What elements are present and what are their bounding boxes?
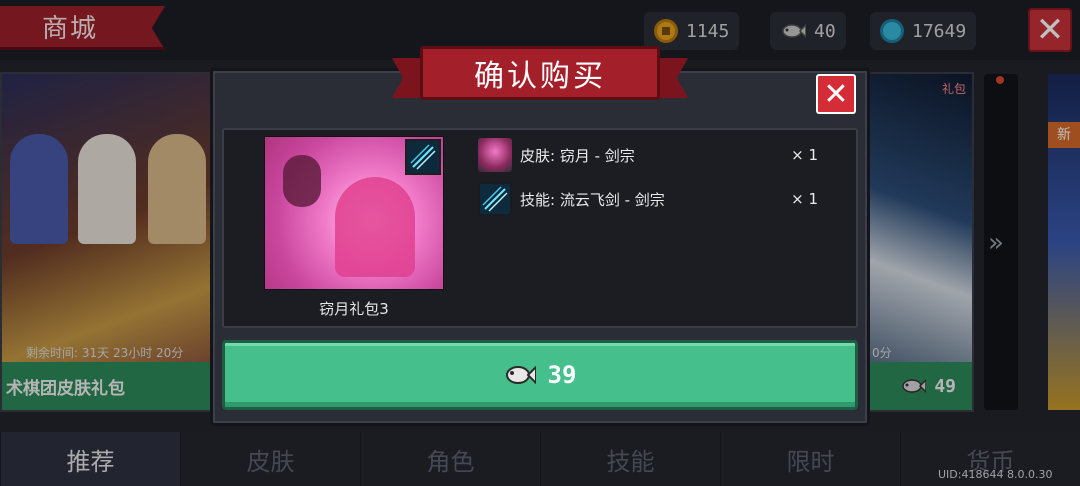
skill-icon (478, 182, 512, 216)
pack-name: 窃月礼包3 (319, 300, 389, 318)
skill-thumbnail-icon (405, 139, 441, 175)
pack-art-figure (335, 177, 415, 277)
dialog-title: 确认购买 (474, 59, 606, 94)
dialog-close-button[interactable]: ✕ (816, 74, 856, 114)
item-quantity: × 1 (791, 190, 818, 208)
buy-button[interactable]: 39 (222, 340, 858, 410)
pack-item-row: 皮肤: 窃月 - 剑宗 × 1 (478, 137, 838, 173)
item-quantity: × 1 (791, 146, 818, 164)
buy-price: 39 (547, 361, 577, 389)
pack-image (264, 136, 444, 290)
pack-item-row: 技能: 流云飞剑 - 剑宗 × 1 (478, 181, 838, 217)
dialog-title-ribbon: 确认购买 (420, 46, 660, 100)
item-label: 技能: 流云飞剑 - 剑宗 (520, 190, 665, 209)
pack-art-figure (283, 155, 321, 207)
fish-icon (505, 365, 536, 385)
close-icon: ✕ (823, 76, 849, 112)
item-label: 皮肤: 窃月 - 剑宗 (520, 146, 635, 165)
skin-icon (478, 138, 512, 172)
